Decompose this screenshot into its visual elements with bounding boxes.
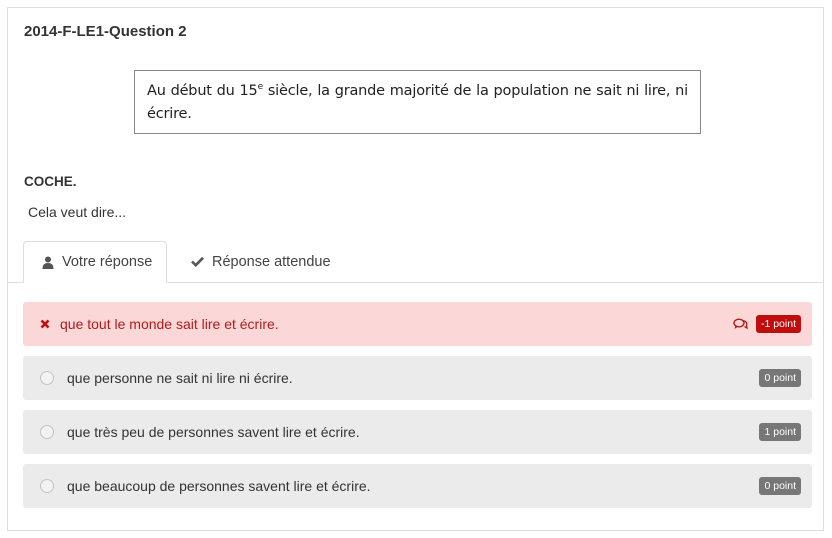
- radio-button[interactable]: [40, 371, 54, 385]
- radio-button[interactable]: [40, 479, 54, 493]
- tab-label: Réponse attendue: [212, 253, 331, 270]
- user-icon: [42, 256, 54, 269]
- option-text: que tout le monde sait lire et écrire.: [60, 316, 279, 332]
- tab-votre-reponse[interactable]: Votre réponse: [23, 241, 167, 283]
- answer-option-3[interactable]: que très peu de personnes savent lire et…: [23, 410, 812, 454]
- answer-option-1[interactable]: que tout le monde sait lire et écrire. -…: [23, 302, 812, 346]
- points-badge: -1 point: [755, 315, 801, 333]
- quote-text-start: Au début du 15: [147, 83, 258, 99]
- option-text: que beaucoup de personnes savent lire et…: [67, 478, 371, 494]
- question-panel: 2014-F-LE1-Question 2 Au début du 15e si…: [7, 7, 824, 531]
- source-quote-box: Au début du 15e siècle, la grande majori…: [134, 70, 701, 134]
- tab-reponse-attendue[interactable]: Réponse attendue: [189, 241, 331, 282]
- radio-button[interactable]: [40, 425, 54, 439]
- cross-icon: [40, 319, 50, 329]
- tab-label: Votre réponse: [62, 254, 153, 270]
- option-text: que très peu de personnes savent lire et…: [67, 424, 360, 440]
- points-badge: 0 point: [759, 369, 801, 387]
- answer-option-4[interactable]: que beaucoup de personnes savent lire et…: [23, 464, 812, 508]
- answer-tabs: Votre réponse Réponse attendue: [8, 241, 823, 283]
- instruction-label: COCHE.: [24, 174, 77, 189]
- check-icon: [191, 256, 204, 267]
- comments-icon[interactable]: [733, 318, 748, 330]
- points-badge: 0 point: [759, 477, 801, 495]
- question-title: 2014-F-LE1-Question 2: [24, 23, 187, 40]
- answer-option-2[interactable]: que personne ne sait ni lire ni écrire. …: [23, 356, 812, 400]
- option-text: que personne ne sait ni lire ni écrire.: [67, 370, 293, 386]
- points-badge: 1 point: [759, 423, 801, 441]
- question-prompt: Cela veut dire...: [28, 204, 127, 220]
